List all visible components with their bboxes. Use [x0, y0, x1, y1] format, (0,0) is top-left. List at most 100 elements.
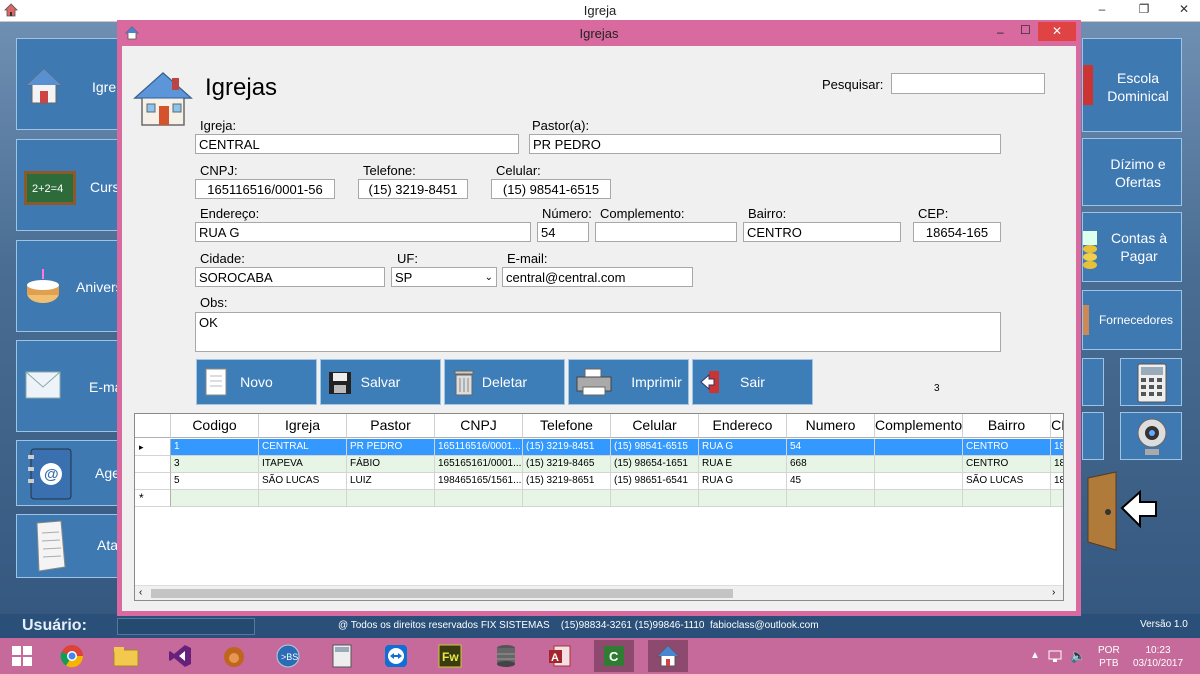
new-row-cell[interactable]	[259, 490, 347, 507]
grid-column-header[interactable]: Numero	[787, 414, 875, 438]
new-row-marker[interactable]: *	[135, 490, 171, 507]
mitt-icon[interactable]	[214, 640, 254, 672]
complemento-field[interactable]	[595, 222, 737, 242]
grid-cell[interactable]: CENTRO	[963, 456, 1051, 473]
grid-cell[interactable]	[875, 456, 963, 473]
clock[interactable]: 10:23 03/10/2017	[1130, 644, 1186, 670]
new-row-cell[interactable]	[171, 490, 259, 507]
igreja-app-icon[interactable]	[648, 640, 688, 672]
grid-cell[interactable]: 3	[171, 456, 259, 473]
grid-cell[interactable]	[875, 439, 963, 456]
cnpj-field[interactable]: 165116516/0001-56	[195, 179, 335, 199]
grid-cell[interactable]: (15) 98541-6515	[611, 439, 699, 456]
new-row-cell[interactable]	[435, 490, 523, 507]
tile-partial[interactable]	[1082, 358, 1104, 406]
salvar-button[interactable]: Salvar	[320, 359, 441, 405]
grid-cell[interactable]: (15) 98654-1651	[611, 456, 699, 473]
grid-cell[interactable]: 186	[1051, 439, 1063, 456]
scroll-left-icon[interactable]: ‹	[139, 587, 142, 598]
grid-cell[interactable]: 198465165/1561...	[435, 473, 523, 490]
volume-icon[interactable]: 🔈	[1070, 648, 1086, 664]
scroll-right-icon[interactable]: ›	[1052, 587, 1055, 598]
file-explorer-icon[interactable]	[106, 640, 146, 672]
tile-dizimo-ofertas[interactable]: Dízimo e Ofertas	[1082, 138, 1182, 206]
grid-cell[interactable]: 185	[1051, 456, 1063, 473]
new-row-cell[interactable]	[963, 490, 1051, 507]
restore-button[interactable]: ❐	[1132, 2, 1156, 16]
exit-door-icon[interactable]	[1082, 470, 1158, 552]
grid-cell[interactable]: 1	[171, 439, 259, 456]
network-icon[interactable]	[1048, 649, 1062, 663]
grid-cell[interactable]: (15) 3219-8651	[523, 473, 611, 490]
grid-cell[interactable]: CENTRO	[963, 439, 1051, 456]
grid-cell[interactable]: RUA E	[699, 456, 787, 473]
pastor-field[interactable]: PR PEDRO	[529, 134, 1001, 154]
grid-cell[interactable]	[875, 473, 963, 490]
grid-cell[interactable]: FÁBIO	[347, 456, 435, 473]
calculator-app-icon[interactable]	[322, 640, 362, 672]
row-header[interactable]	[135, 456, 171, 473]
grid-cell[interactable]: SÃO LUCAS	[259, 473, 347, 490]
grid-cell[interactable]: (15) 98651-6541	[611, 473, 699, 490]
tray-arrow-icon[interactable]: ▲	[1030, 650, 1040, 661]
grid-column-header[interactable]: Complemento	[875, 414, 963, 438]
tile-atas[interactable]: Ata	[16, 514, 126, 578]
igreja-field[interactable]: CENTRAL	[195, 134, 519, 154]
new-row-cell[interactable]	[787, 490, 875, 507]
tile-calculadora[interactable]	[1120, 358, 1182, 406]
cidade-field[interactable]: SOROCABA	[195, 267, 385, 287]
camtasia-icon[interactable]: C	[594, 640, 634, 672]
grid-cell[interactable]: RUA G	[699, 439, 787, 456]
tile-escola-dominical[interactable]: Escola Dominical	[1082, 38, 1182, 132]
inner-close-button[interactable]: ✕	[1038, 22, 1076, 41]
grid-column-header[interactable]: CNPJ	[435, 414, 523, 438]
close-button[interactable]: ✕	[1172, 2, 1196, 16]
grid-cell[interactable]: 165116516/0001...	[435, 439, 523, 456]
new-row-cell[interactable]	[699, 490, 787, 507]
visual-studio-icon[interactable]	[160, 640, 200, 672]
grid-cell[interactable]: 5	[171, 473, 259, 490]
inner-maximize-button[interactable]: ☐	[1020, 23, 1031, 37]
email-field[interactable]: central@central.com	[502, 267, 693, 287]
tile-fornecedores[interactable]: Fornecedores	[1082, 290, 1182, 350]
grid-cell[interactable]: ITAPEVA	[259, 456, 347, 473]
grid-cell[interactable]: RUA G	[699, 473, 787, 490]
access-icon[interactable]: A	[540, 640, 580, 672]
grid-cell[interactable]: 45	[787, 473, 875, 490]
grid-column-header[interactable]: Endereco	[699, 414, 787, 438]
row-header[interactable]: ▸	[135, 439, 171, 456]
grid-column-header[interactable]: CEP	[1051, 414, 1063, 438]
tile-cursos[interactable]: 2+2=4 Curs	[16, 139, 126, 231]
tile-contas-pagar[interactable]: Contas à Pagar	[1082, 212, 1182, 282]
teamviewer-icon[interactable]	[376, 640, 416, 672]
deletar-button[interactable]: Deletar	[444, 359, 565, 405]
grid-cell[interactable]: PR PEDRO	[347, 439, 435, 456]
cep-field[interactable]: 18654-165	[913, 222, 1001, 242]
tile-igrejas[interactable]: Igre	[16, 38, 126, 130]
grid-cell[interactable]: 54	[787, 439, 875, 456]
grid-column-header[interactable]: Codigo	[171, 414, 259, 438]
new-row-cell[interactable]	[347, 490, 435, 507]
bs-icon[interactable]: >BS	[268, 640, 308, 672]
grid-cell[interactable]: CENTRAL	[259, 439, 347, 456]
grid-cell[interactable]: LUIZ	[347, 473, 435, 490]
imprimir-button[interactable]: Imprimir	[568, 359, 689, 405]
row-header[interactable]	[135, 473, 171, 490]
grid-column-header[interactable]: Telefone	[523, 414, 611, 438]
telefone-field[interactable]: (15) 3219-8451	[358, 179, 468, 199]
search-input[interactable]	[891, 73, 1045, 94]
tile-agenda[interactable]: @ Age	[16, 440, 126, 506]
scrollbar-thumb[interactable]	[151, 589, 733, 598]
start-button[interactable]	[2, 640, 42, 672]
grid-cell[interactable]: (15) 3219-8451	[523, 439, 611, 456]
fireworks-icon[interactable]: Fw	[430, 640, 470, 672]
uf-select[interactable]: SP ⌄	[391, 267, 497, 287]
novo-button[interactable]: Novo	[196, 359, 317, 405]
language-indicator[interactable]: POR PTB	[1098, 644, 1120, 670]
new-row-cell[interactable]	[523, 490, 611, 507]
grid-column-header[interactable]: Celular	[611, 414, 699, 438]
grid-column-header[interactable]: Bairro	[963, 414, 1051, 438]
grid-cell[interactable]: 186	[1051, 473, 1063, 490]
tile-partial-2[interactable]	[1082, 412, 1104, 460]
grid-column-header[interactable]: Pastor	[347, 414, 435, 438]
